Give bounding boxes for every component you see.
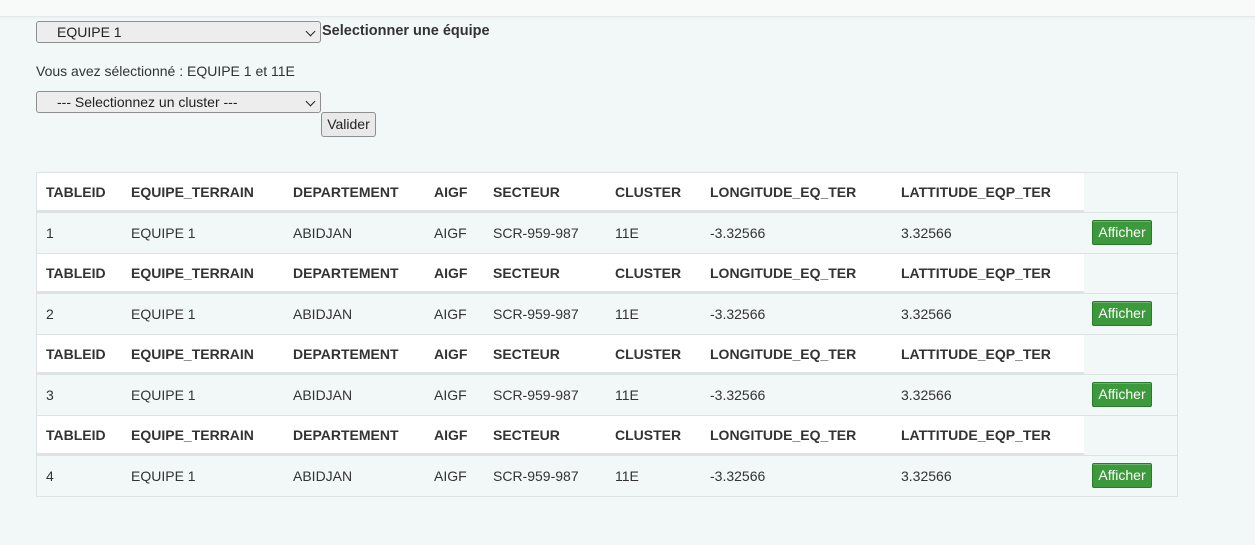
table-cell: AIGF	[434, 387, 467, 403]
table-cell: -3.32566	[710, 387, 766, 403]
column-header: CLUSTER	[615, 345, 682, 362]
column-header: AIGF	[434, 345, 468, 362]
column-header: TABLEID	[46, 345, 106, 362]
column-header: SECTEUR	[493, 426, 560, 443]
table-cell: EQUIPE 1	[131, 387, 196, 403]
column-header: SECTEUR	[493, 183, 560, 200]
table-row: 1 EQUIPE 1 ABIDJAN AIGF SCR-959-987 11E -3.325…	[37, 213, 1177, 254]
column-header: EQUIPE_TERRAIN	[131, 345, 254, 362]
table-header-row: TABLEID EQUIPE_TERRAIN DEPARTEMENT AIGF SECT…	[37, 335, 1177, 375]
column-header: LONGITUDE_EQ_TER	[710, 183, 857, 200]
column-header: LATTITUDE_EQP_TER	[901, 426, 1051, 443]
column-header: DEPARTEMENT	[293, 345, 399, 362]
team-select[interactable]: EQUIPE 1	[36, 21, 321, 43]
table-cell: -3.32566	[710, 225, 766, 241]
table-cell: -3.32566	[710, 306, 766, 322]
column-header: TABLEID	[46, 264, 106, 281]
table-cell: 3.32566	[901, 387, 952, 403]
column-header: CLUSTER	[615, 426, 682, 443]
afficher-button[interactable]: Afficher	[1092, 382, 1152, 407]
table-header-row: TABLEID EQUIPE_TERRAIN DEPARTEMENT AIGF SECT…	[37, 254, 1177, 294]
cluster-select-value: --- Selectionnez un cluster ---	[57, 94, 238, 110]
column-header: LONGITUDE_EQ_TER	[710, 345, 857, 362]
team-select-label: Selectionner une équipe	[322, 23, 490, 39]
column-header: CLUSTER	[615, 264, 682, 281]
table-cell: SCR-959-987	[493, 468, 579, 484]
table-cell: SCR-959-987	[493, 306, 579, 322]
table-cell: 3	[46, 387, 54, 403]
column-header: LONGITUDE_EQ_TER	[710, 426, 857, 443]
table-cell: ABIDJAN	[293, 468, 353, 484]
afficher-button[interactable]: Afficher	[1092, 301, 1152, 326]
table-cell: 11E	[615, 225, 639, 241]
top-bar	[0, 0, 1255, 17]
table-row: 3 EQUIPE 1 ABIDJAN AIGF SCR-959-987 11E -3.325…	[37, 375, 1177, 416]
column-header: AIGF	[434, 264, 468, 281]
chevron-down-icon	[305, 26, 316, 37]
table-cell: EQUIPE 1	[131, 306, 196, 322]
column-header: LATTITUDE_EQP_TER	[901, 264, 1051, 281]
column-header: LATTITUDE_EQP_TER	[901, 345, 1051, 362]
column-header: SECTEUR	[493, 345, 560, 362]
afficher-button[interactable]: Afficher	[1092, 220, 1152, 245]
table-cell: 11E	[615, 468, 639, 484]
results-table: TABLEID EQUIPE_TERRAIN DEPARTEMENT AIGF SECT…	[36, 172, 1178, 497]
table-cell: -3.32566	[710, 468, 766, 484]
team-select-value: EQUIPE 1	[57, 24, 122, 40]
table-cell: AIGF	[434, 306, 467, 322]
column-header: DEPARTEMENT	[293, 426, 399, 443]
column-header: AIGF	[434, 183, 468, 200]
table-cell: AIGF	[434, 225, 467, 241]
table-cell: 2	[46, 306, 54, 322]
table-header-row: TABLEID EQUIPE_TERRAIN DEPARTEMENT AIGF SECT…	[37, 173, 1177, 213]
column-header: EQUIPE_TERRAIN	[131, 183, 254, 200]
table-cell: SCR-959-987	[493, 387, 579, 403]
column-header: DEPARTEMENT	[293, 183, 399, 200]
column-header: TABLEID	[46, 426, 106, 443]
table-cell: AIGF	[434, 468, 467, 484]
column-header: DEPARTEMENT	[293, 264, 399, 281]
table-row: 2 EQUIPE 1 ABIDJAN AIGF SCR-959-987 11E -3.325…	[37, 294, 1177, 335]
table-cell: ABIDJAN	[293, 387, 353, 403]
table-cell: 3.32566	[901, 468, 952, 484]
column-header: LATTITUDE_EQP_TER	[901, 183, 1051, 200]
afficher-button[interactable]: Afficher	[1092, 463, 1152, 488]
column-header: CLUSTER	[615, 183, 682, 200]
table-cell: EQUIPE 1	[131, 225, 196, 241]
column-header: SECTEUR	[493, 264, 560, 281]
table-cell: 3.32566	[901, 225, 952, 241]
column-header: EQUIPE_TERRAIN	[131, 264, 254, 281]
table-cell: ABIDJAN	[293, 225, 353, 241]
table-cell: 4	[46, 468, 54, 484]
column-header: LONGITUDE_EQ_TER	[710, 264, 857, 281]
table-cell: SCR-959-987	[493, 225, 579, 241]
cluster-select[interactable]: --- Selectionnez un cluster ---	[36, 91, 321, 113]
table-cell: EQUIPE 1	[131, 468, 196, 484]
table-header-row: TABLEID EQUIPE_TERRAIN DEPARTEMENT AIGF SECT…	[37, 416, 1177, 456]
column-header: EQUIPE_TERRAIN	[131, 426, 254, 443]
chevron-down-icon	[305, 96, 316, 107]
table-cell: ABIDJAN	[293, 306, 353, 322]
table-cell: 1	[46, 225, 54, 241]
table-cell: 11E	[615, 387, 639, 403]
column-header: AIGF	[434, 426, 468, 443]
table-cell: 3.32566	[901, 306, 952, 322]
column-header: TABLEID	[46, 183, 106, 200]
validate-button[interactable]: Valider	[321, 112, 376, 137]
selection-summary: Vous avez sélectionné : EQUIPE 1 et 11E	[36, 63, 295, 79]
table-cell: 11E	[615, 306, 639, 322]
table-row: 4 EQUIPE 1 ABIDJAN AIGF SCR-959-987 11E -3.325…	[37, 456, 1177, 496]
